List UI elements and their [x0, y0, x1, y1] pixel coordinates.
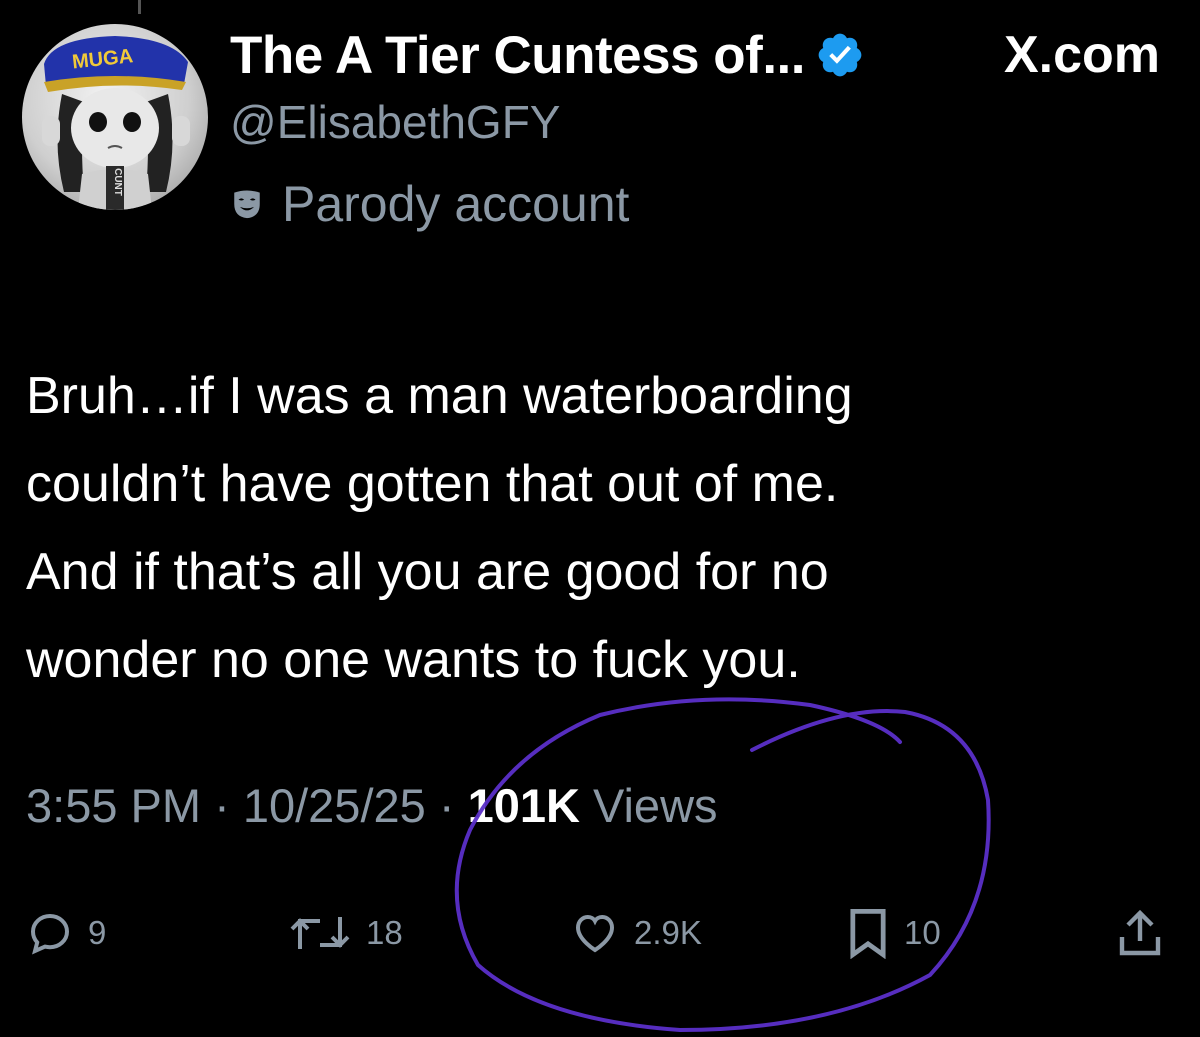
site-name: X.com [1003, 26, 1160, 84]
share-icon [1119, 909, 1161, 956]
parody-mask-icon [234, 190, 260, 219]
tweet-text: Bruh…if I was a man waterboarding couldn… [26, 367, 853, 689]
views-label[interactable]: Views [593, 779, 718, 832]
meta-separator: · [438, 779, 455, 832]
display-name[interactable]: The A Tier Cuntess of... [230, 25, 806, 86]
avatar[interactable]: MUGA CUNT [22, 24, 208, 210]
bookmark-count: 10 [904, 914, 941, 951]
user-handle[interactable]: @ElisabethGFY [230, 92, 1160, 152]
views-count[interactable]: 101K [468, 779, 580, 832]
like-count: 2.9K [634, 914, 702, 951]
parody-account-text: Parody account [282, 176, 630, 232]
tweet-date[interactable]: 10/25/25 [243, 779, 426, 832]
meta-separator: · [214, 779, 230, 832]
parody-label: Parody account [230, 174, 1160, 234]
heart-icon [575, 914, 615, 953]
reply-count: 9 [88, 914, 107, 951]
bookmark-icon [850, 908, 886, 959]
action-bar: 9 18 2.9K 10 [0, 898, 1200, 968]
top-divider-tick [138, 0, 141, 14]
share-button[interactable] [1116, 898, 1164, 968]
reply-icon [30, 913, 70, 955]
bookmark-button[interactable]: 10 [846, 898, 941, 968]
repost-count: 18 [366, 914, 403, 951]
verified-badge-icon[interactable] [815, 30, 865, 80]
repost-button[interactable]: 18 [288, 898, 403, 968]
repost-icon [290, 917, 350, 949]
avatar-figure: MUGA CUNT [42, 36, 190, 210]
reply-button[interactable]: 9 [26, 898, 106, 968]
tweet-header: The A Tier Cuntess of... X.com @Elisabet… [230, 22, 1160, 234]
name-row: The A Tier Cuntess of... X.com [230, 22, 1160, 88]
avatar-shirt-text: CUNT [112, 168, 123, 196]
tweet-time[interactable]: 3:55 PM [26, 779, 201, 832]
tweet-meta: 3:55 PM · 10/25/25 · 101K Views [26, 778, 718, 833]
like-button[interactable]: 2.9K [570, 898, 702, 968]
